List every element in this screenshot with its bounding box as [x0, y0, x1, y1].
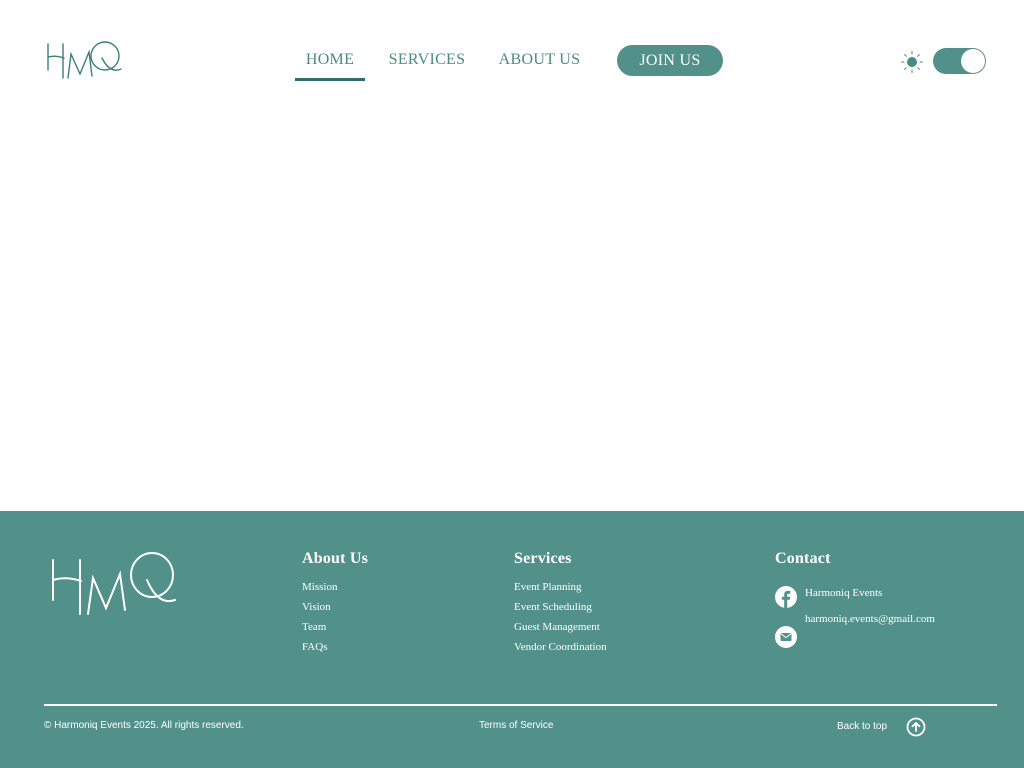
- site-footer: About Us Mission Vision Team FAQs Servic…: [0, 511, 1024, 768]
- footer-link-team[interactable]: Team: [302, 617, 368, 637]
- footer-contact-column: Contact: [775, 550, 831, 577]
- footer-link-event-scheduling[interactable]: Event Scheduling: [514, 597, 607, 617]
- join-us-button[interactable]: JOIN US: [617, 45, 723, 76]
- nav-services[interactable]: SERVICES: [388, 44, 466, 78]
- theme-toggle[interactable]: [933, 48, 986, 74]
- footer-link-guest-management[interactable]: Guest Management: [514, 617, 607, 637]
- footer-divider: [44, 704, 997, 706]
- arrow-up-circle-icon[interactable]: [906, 717, 926, 737]
- footer-about-column: About Us Mission Vision Team FAQs: [302, 550, 368, 657]
- mail-icon[interactable]: [775, 626, 797, 648]
- site-header: HOME SERVICES ABOUT US JOIN US: [0, 0, 1024, 120]
- footer-services-heading: Services: [514, 550, 572, 567]
- nav-home[interactable]: HOME: [295, 44, 365, 81]
- nav-about-us[interactable]: ABOUT US: [498, 44, 581, 78]
- contact-email-label[interactable]: harmoniq.events@gmail.com: [805, 613, 935, 625]
- footer-contact-heading: Contact: [775, 550, 831, 567]
- toggle-knob: [961, 49, 985, 73]
- footer-services-column: Services Event Planning Event Scheduling…: [514, 550, 607, 657]
- footer-link-faqs[interactable]: FAQs: [302, 637, 368, 657]
- footer-link-vendor-coordination[interactable]: Vendor Coordination: [514, 637, 607, 657]
- brand-logo[interactable]: [44, 38, 124, 80]
- footer-link-vision[interactable]: Vision: [302, 597, 368, 617]
- contact-facebook-label[interactable]: Harmoniq Events: [805, 587, 882, 599]
- footer-about-heading: About Us: [302, 550, 369, 567]
- footer-logo[interactable]: [48, 548, 178, 620]
- terms-of-service-link[interactable]: Terms of Service: [479, 720, 553, 731]
- footer-link-mission[interactable]: Mission: [302, 577, 368, 597]
- footer-link-event-planning[interactable]: Event Planning: [514, 577, 607, 597]
- copyright-text: © Harmoniq Events 2025. All rights reser…: [44, 720, 244, 731]
- sun-icon: [900, 50, 924, 74]
- facebook-icon[interactable]: [775, 586, 797, 608]
- back-to-top-label: Back to top: [837, 721, 888, 732]
